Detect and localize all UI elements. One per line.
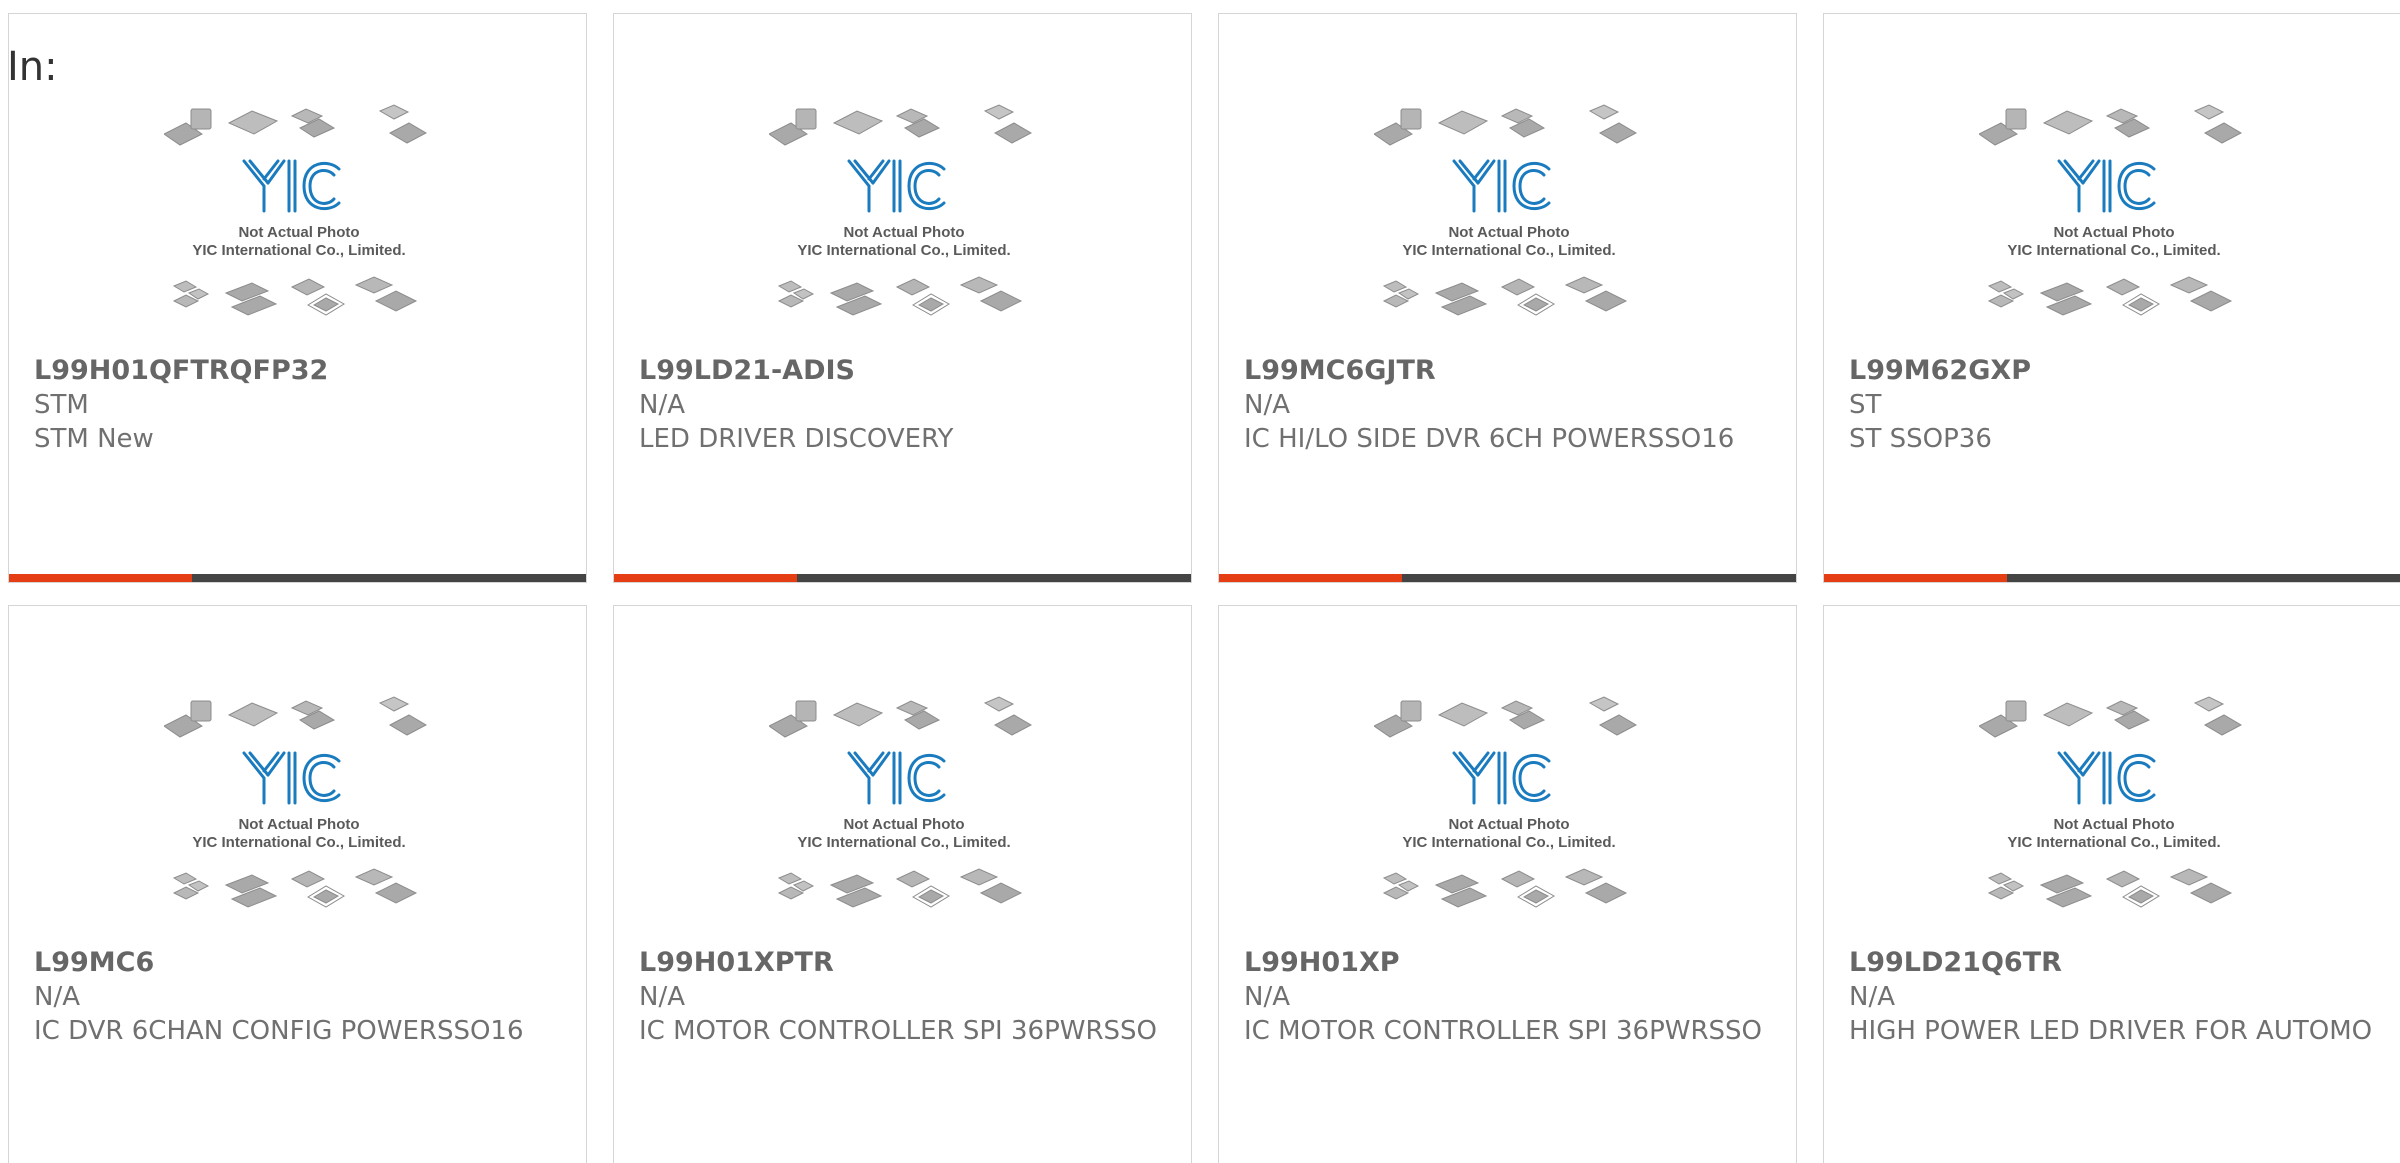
chip-placeholder-image: Not Actual Photo YIC International Co., … (1979, 696, 2243, 908)
product-image-placeholder[interactable]: Not Actual Photo YIC International Co., … (769, 693, 1039, 943)
placeholder-caption-1: Not Actual Photo (2053, 816, 2174, 833)
chip-placeholder-image: Not Actual Photo YIC International Co., … (1374, 104, 1638, 316)
manufacturer-text: N/A (1849, 982, 1895, 1012)
chip-placeholder-image: Not Actual Photo YIC International Co., … (164, 696, 428, 908)
placeholder-caption-2: YIC International Co., Limited. (2007, 834, 2220, 851)
manufacturer-text: N/A (639, 982, 685, 1012)
product-card[interactable]: Not Actual Photo YIC International Co., … (613, 13, 1192, 583)
chip-placeholder-image: Not Actual Photo YIC International Co., … (769, 696, 1033, 908)
product-info: L99MC6GJTR N/A IC HI/LO SIDE DVR 6CH POW… (1244, 354, 1774, 456)
product-card[interactable]: Not Actual Photo YIC International Co., … (8, 13, 587, 583)
product-grid-page: In: Not Actual Photo YIC International C… (0, 0, 2400, 1163)
manufacturer-text: N/A (639, 390, 685, 420)
part-number-link[interactable]: L99H01QFTRQFP32 (34, 354, 564, 388)
product-info: L99H01QFTRQFP32 STM STM New (34, 354, 564, 456)
part-number-link[interactable]: L99MC6 (34, 946, 564, 980)
description-text: IC MOTOR CONTROLLER SPI 36PWRSSO (639, 1016, 1157, 1046)
placeholder-caption-2: YIC International Co., Limited. (1402, 834, 1615, 851)
product-image-placeholder[interactable]: Not Actual Photo YIC International Co., … (1979, 693, 2249, 943)
description-text: ST SSOP36 (1849, 424, 1992, 454)
part-number-link[interactable]: L99M62GXP (1849, 354, 2379, 388)
placeholder-caption-2: YIC International Co., Limited. (797, 834, 1010, 851)
description-text: IC HI/LO SIDE DVR 6CH POWERSSO16 (1244, 424, 1735, 454)
product-image-placeholder[interactable]: Not Actual Photo YIC International Co., … (769, 101, 1039, 351)
card-bar-accent (614, 574, 797, 582)
product-info: L99M62GXP ST ST SSOP36 (1849, 354, 2379, 456)
part-number-link[interactable]: L99MC6GJTR (1244, 354, 1774, 388)
placeholder-caption-1: Not Actual Photo (843, 224, 964, 241)
card-bottom-bar (1219, 574, 1796, 582)
chip-placeholder-image: Not Actual Photo YIC International Co., … (769, 104, 1033, 316)
product-info: L99LD21Q6TR N/A HIGH POWER LED DRIVER FO… (1849, 946, 2379, 1048)
description-text: IC DVR 6CHAN CONFIG POWERSSO16 (34, 1016, 524, 1046)
product-card[interactable]: Not Actual Photo YIC International Co., … (1823, 605, 2400, 1163)
manufacturer-text: N/A (1244, 982, 1290, 1012)
product-card[interactable]: Not Actual Photo YIC International Co., … (613, 605, 1192, 1163)
manufacturer-text: ST (1849, 390, 1882, 420)
product-image-placeholder[interactable]: Not Actual Photo YIC International Co., … (164, 101, 434, 351)
description-text: STM New (34, 424, 154, 454)
product-image-placeholder[interactable]: Not Actual Photo YIC International Co., … (1374, 101, 1644, 351)
product-info: L99H01XP N/A IC MOTOR CONTROLLER SPI 36P… (1244, 946, 1774, 1048)
card-bar-accent (9, 574, 192, 582)
placeholder-caption-2: YIC International Co., Limited. (797, 242, 1010, 259)
placeholder-caption-1: Not Actual Photo (1448, 816, 1569, 833)
filter-label: In: (7, 44, 58, 90)
manufacturer-text: STM (34, 390, 89, 420)
chip-placeholder-image: Not Actual Photo YIC International Co., … (164, 104, 428, 316)
manufacturer-text: N/A (34, 982, 80, 1012)
part-number-link[interactable]: L99LD21Q6TR (1849, 946, 2379, 980)
product-card[interactable]: Not Actual Photo YIC International Co., … (1823, 13, 2400, 583)
placeholder-caption-1: Not Actual Photo (2053, 224, 2174, 241)
placeholder-caption-1: Not Actual Photo (238, 816, 359, 833)
product-card[interactable]: Not Actual Photo YIC International Co., … (8, 605, 587, 1163)
card-bar-accent (1219, 574, 1402, 582)
card-bottom-bar (614, 574, 1191, 582)
product-grid: Not Actual Photo YIC International Co., … (8, 13, 2400, 1163)
placeholder-caption-2: YIC International Co., Limited. (192, 242, 405, 259)
placeholder-caption-2: YIC International Co., Limited. (2007, 242, 2220, 259)
placeholder-caption-1: Not Actual Photo (238, 224, 359, 241)
product-card[interactable]: Not Actual Photo YIC International Co., … (1218, 13, 1797, 583)
placeholder-caption-2: YIC International Co., Limited. (1402, 242, 1615, 259)
chip-placeholder-image: Not Actual Photo YIC International Co., … (1374, 696, 1638, 908)
product-info: L99LD21-ADIS N/A LED DRIVER DISCOVERY (639, 354, 1169, 456)
manufacturer-text: N/A (1244, 390, 1290, 420)
product-card[interactable]: Not Actual Photo YIC International Co., … (1218, 605, 1797, 1163)
card-bar-accent (1824, 574, 2007, 582)
description-text: IC MOTOR CONTROLLER SPI 36PWRSSO (1244, 1016, 1762, 1046)
chip-placeholder-image: Not Actual Photo YIC International Co., … (1979, 104, 2243, 316)
card-bottom-bar (1824, 574, 2400, 582)
placeholder-caption-1: Not Actual Photo (1448, 224, 1569, 241)
placeholder-caption-2: YIC International Co., Limited. (192, 834, 405, 851)
product-image-placeholder[interactable]: Not Actual Photo YIC International Co., … (1374, 693, 1644, 943)
product-info: L99MC6 N/A IC DVR 6CHAN CONFIG POWERSSO1… (34, 946, 564, 1048)
placeholder-caption-1: Not Actual Photo (843, 816, 964, 833)
product-image-placeholder[interactable]: Not Actual Photo YIC International Co., … (1979, 101, 2249, 351)
product-image-placeholder[interactable]: Not Actual Photo YIC International Co., … (164, 693, 434, 943)
part-number-link[interactable]: L99LD21-ADIS (639, 354, 1169, 388)
product-info: L99H01XPTR N/A IC MOTOR CONTROLLER SPI 3… (639, 946, 1169, 1048)
part-number-link[interactable]: L99H01XP (1244, 946, 1774, 980)
description-text: HIGH POWER LED DRIVER FOR AUTOMO (1849, 1016, 2373, 1046)
card-bottom-bar (9, 574, 586, 582)
part-number-link[interactable]: L99H01XPTR (639, 946, 1169, 980)
description-text: LED DRIVER DISCOVERY (639, 424, 954, 454)
